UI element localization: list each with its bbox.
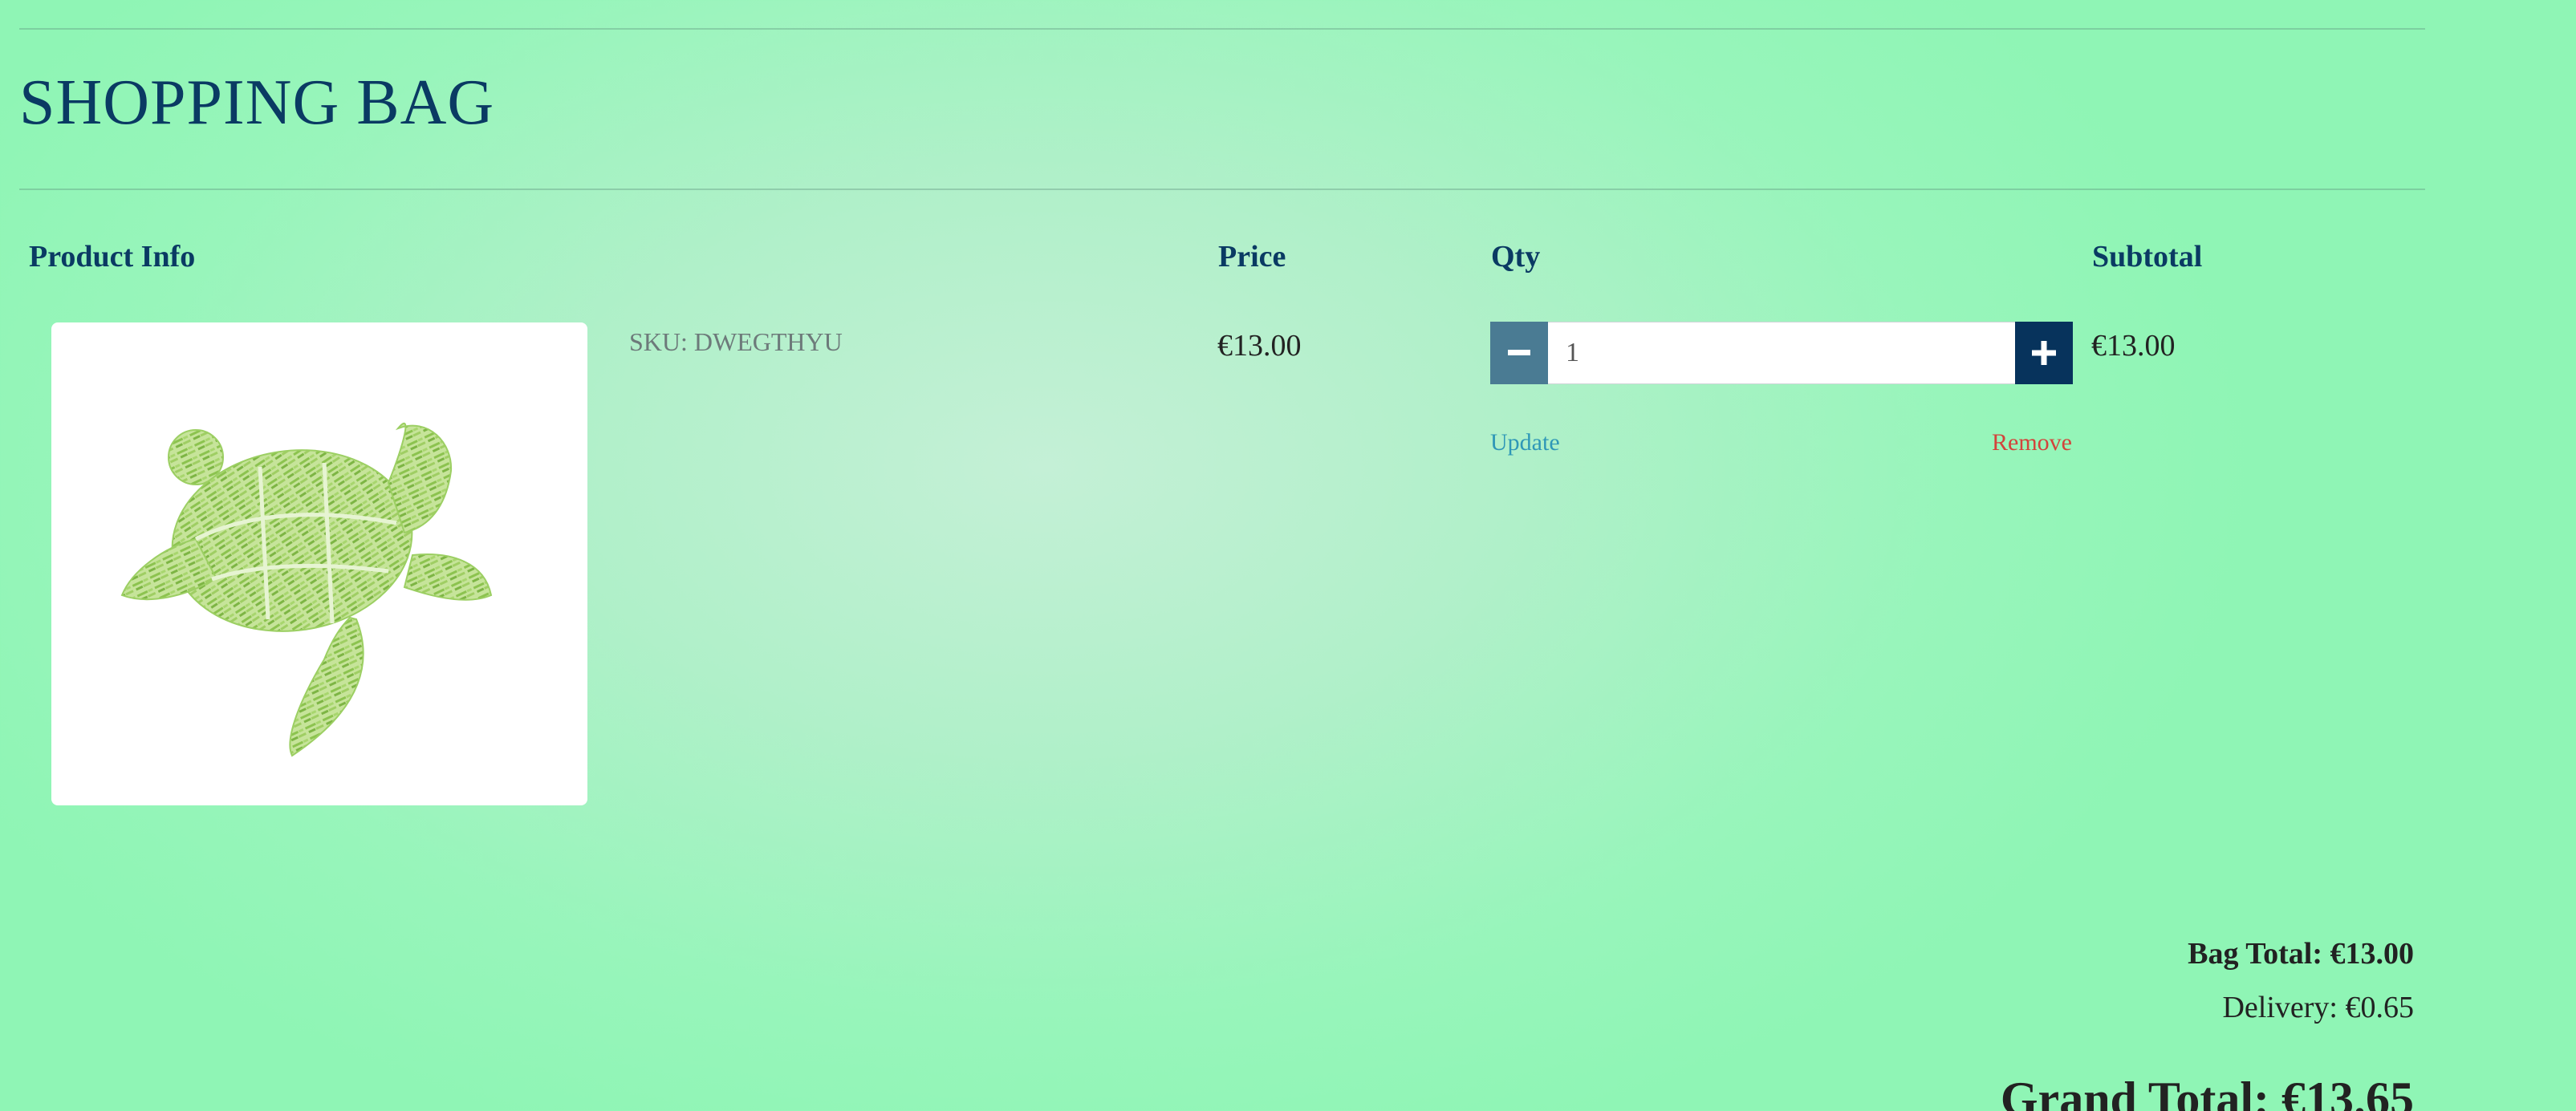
minus-icon	[1508, 350, 1530, 355]
update-link[interactable]: Update	[1490, 427, 1560, 459]
product-image	[51, 322, 587, 805]
quantity-input[interactable]	[1548, 322, 2015, 384]
header-divider	[19, 189, 2425, 190]
quantity-stepper	[1490, 322, 2073, 384]
turtle-word-cloud-image	[120, 422, 493, 757]
plus-icon	[2032, 341, 2056, 365]
remove-link[interactable]: Remove	[1992, 427, 2072, 459]
delivery-cost: Delivery: €0.65	[2222, 991, 2414, 1024]
product-price: €13.00	[1217, 329, 1302, 363]
product-sku: SKU: DWEGTHYU	[629, 327, 843, 356]
bag-total: Bag Total: €13.00	[2188, 937, 2414, 971]
product-subtotal: €13.00	[2091, 329, 2176, 363]
column-header-qty: Qty	[1491, 240, 1541, 274]
grand-total: Grand Total: €13.65	[2000, 1072, 2414, 1111]
page-title: SHOPPING BAG	[19, 67, 495, 138]
increment-qty-button[interactable]	[2015, 322, 2073, 384]
column-header-price: Price	[1218, 240, 1286, 274]
column-header-product-info: Product Info	[29, 240, 196, 274]
column-header-subtotal: Subtotal	[2092, 240, 2203, 274]
top-divider	[19, 28, 2425, 30]
decrement-qty-button[interactable]	[1490, 322, 1548, 384]
